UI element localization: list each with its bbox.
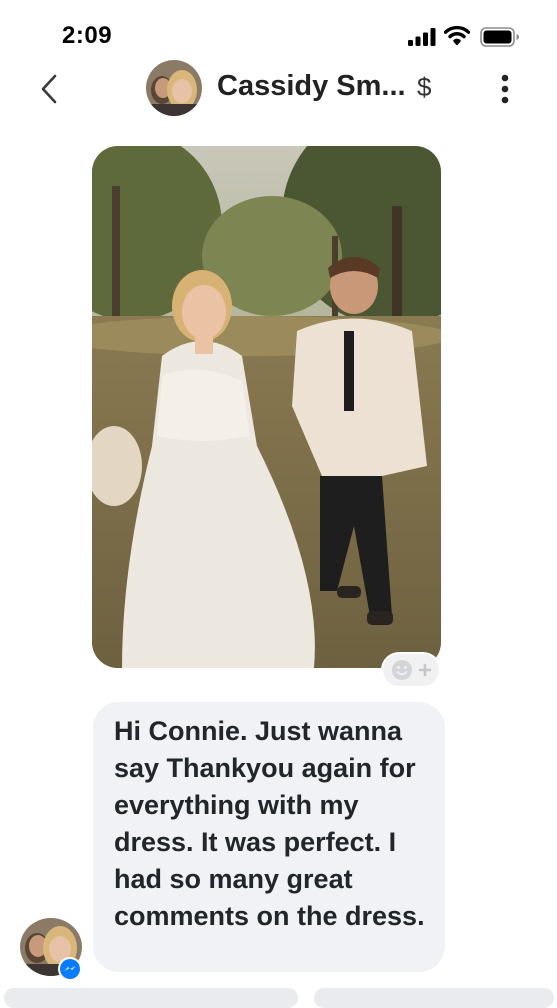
quick-action-card[interactable]: [314, 988, 554, 1008]
add-reaction-icon: [392, 660, 432, 680]
payment-indicator: $: [417, 72, 432, 102]
cellular-signal-icon: [408, 28, 436, 46]
status-bar: 2:09: [0, 0, 557, 60]
back-chevron-icon[interactable]: [36, 72, 66, 106]
contact-name[interactable]: Cassidy Sm...: [217, 70, 406, 103]
conversation-header: Cassidy Sm... $: [0, 58, 557, 120]
battery-icon: [480, 27, 519, 47]
quick-action-card[interactable]: [4, 988, 298, 1008]
wifi-icon: [444, 25, 470, 46]
photo-message[interactable]: [92, 146, 441, 668]
add-reaction-button[interactable]: [383, 654, 439, 686]
message-bubble[interactable]: Hi Connie. Just wanna say Thankyou again…: [93, 702, 445, 972]
contact-avatar[interactable]: [146, 60, 202, 116]
messenger-badge: [58, 957, 82, 981]
messenger-icon: [60, 959, 80, 979]
more-vertical-icon[interactable]: [494, 72, 516, 106]
message-text: Hi Connie. Just wanna say Thankyou again…: [114, 716, 425, 931]
status-time: 2:09: [62, 22, 113, 49]
